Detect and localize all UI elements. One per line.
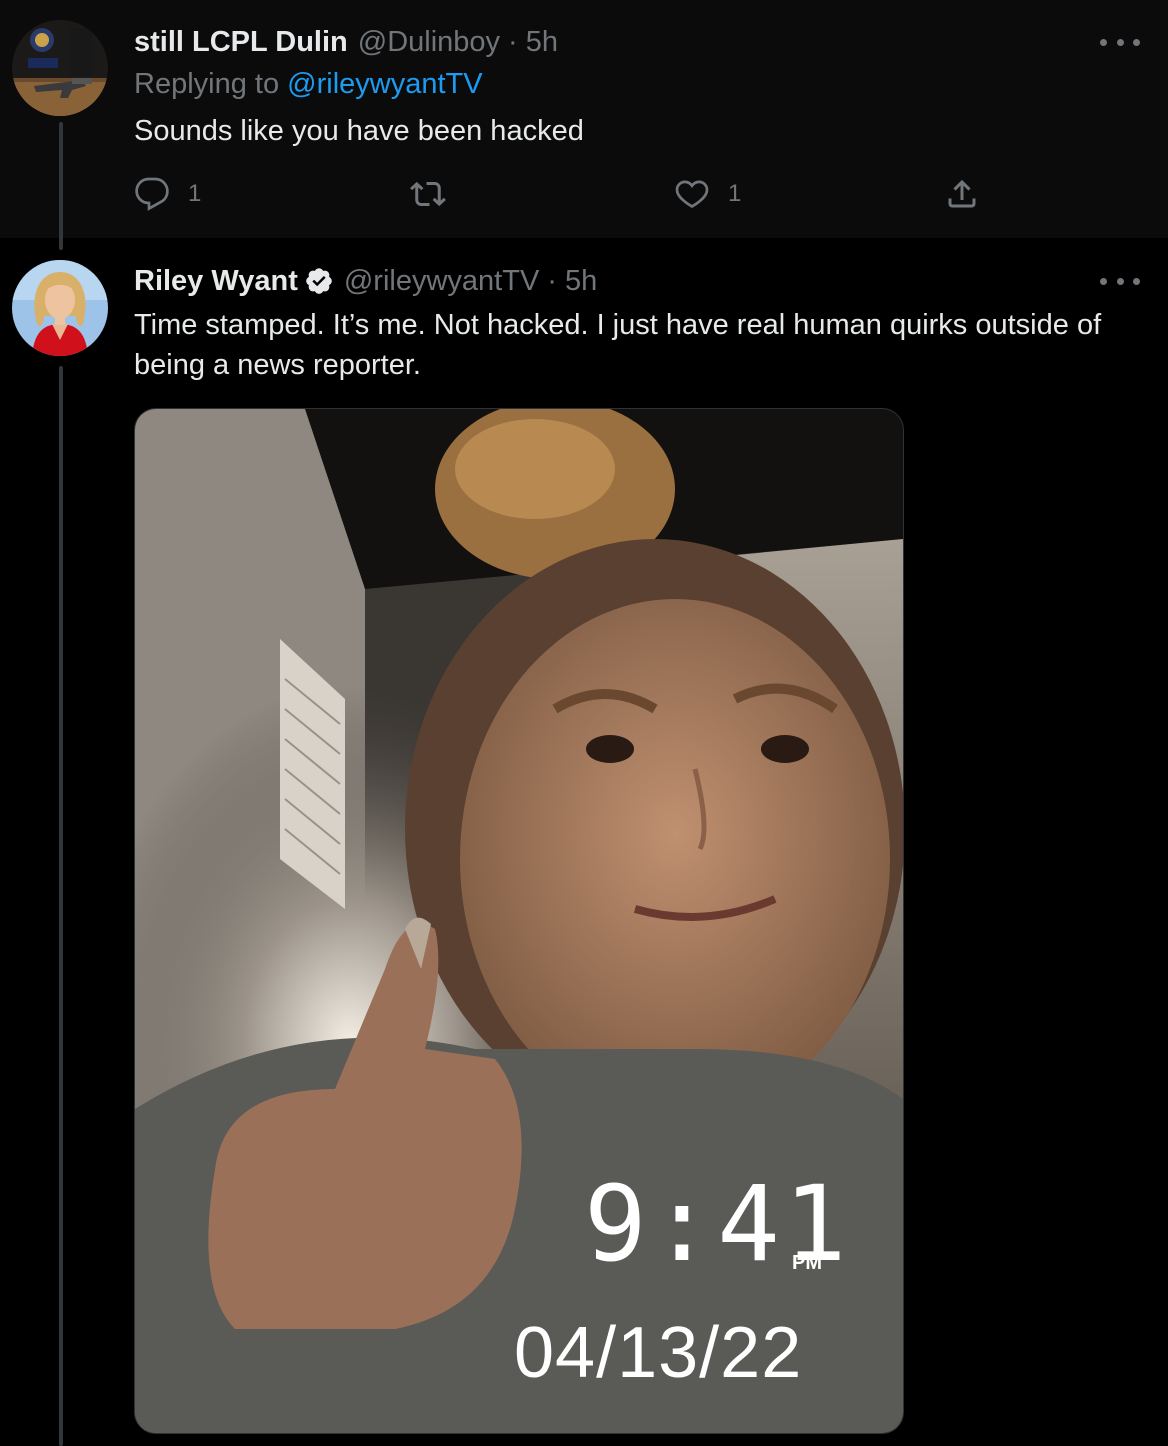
retweet-icon	[410, 181, 446, 207]
timestamp[interactable]: 5h	[565, 265, 597, 298]
action-bar: 1 1	[134, 172, 994, 216]
thread-line	[59, 122, 63, 250]
display-name[interactable]: still LCPL Dulin	[134, 26, 348, 59]
tweet-text: Sounds like you have been hacked	[134, 115, 584, 147]
mention-link[interactable]: @rileywyantTV	[287, 68, 482, 100]
share-button[interactable]	[944, 172, 980, 216]
timestamp[interactable]: 5h	[526, 26, 558, 59]
more-icon[interactable]	[1100, 271, 1140, 291]
verified-badge-icon	[306, 268, 332, 294]
timeline: still LCPL Dulin @Dulinboy · 5h Replying…	[0, 0, 1168, 1446]
avatar-dulin[interactable]	[12, 20, 108, 116]
handle[interactable]: @Dulinboy	[358, 26, 500, 59]
separator: ·	[508, 25, 518, 58]
tweet-text: Time stamped. It’s me. Not hacked. I jus…	[134, 309, 1102, 381]
replying-prefix: Replying to	[134, 68, 288, 100]
photo-clock-date: 04/13/22	[514, 1313, 803, 1393]
handle[interactable]: @rileywyantTV	[344, 265, 539, 298]
like-icon	[675, 180, 709, 209]
separator: ·	[547, 264, 557, 297]
reply-icon	[135, 177, 169, 211]
main-tweet-header: Riley Wyant @rileywyantTV · 5h	[134, 261, 597, 301]
display-name[interactable]: Riley Wyant	[134, 265, 298, 298]
photo-clock-ampm: PM	[792, 1252, 822, 1274]
more-icon[interactable]	[1100, 32, 1140, 52]
share-icon	[948, 179, 976, 208]
reply-tweet-header: still LCPL Dulin @Dulinboy · 5h	[134, 22, 558, 62]
replying-to: Replying to @rileywyantTV	[134, 68, 483, 101]
retweet-button[interactable]	[410, 172, 446, 216]
like-button[interactable]: 1	[674, 172, 741, 216]
avatar-riley[interactable]	[12, 260, 108, 356]
reply-count: 1	[188, 180, 202, 207]
like-count: 1	[728, 180, 742, 207]
reply-button[interactable]: 1	[134, 172, 201, 216]
thread-line	[59, 366, 63, 1446]
